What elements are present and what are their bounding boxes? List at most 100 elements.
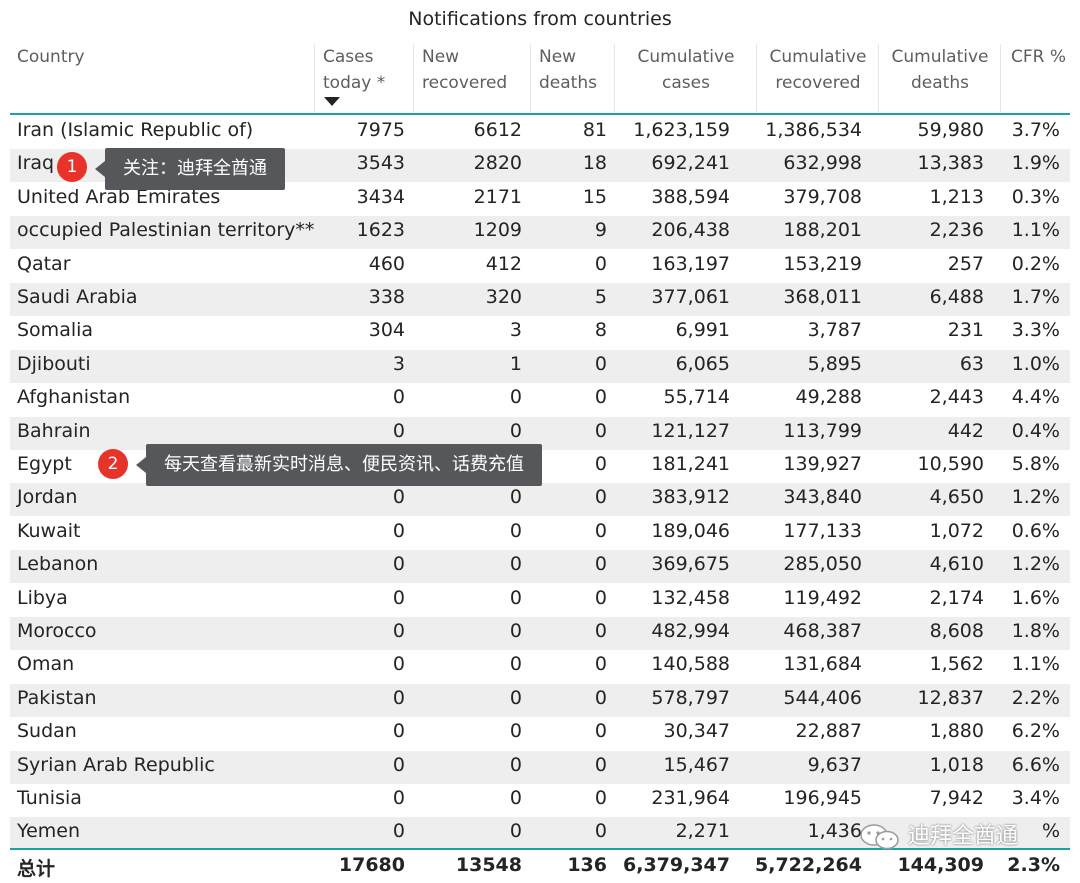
header-cumulative-recovered[interactable]: Cumulative recovered: [757, 44, 879, 112]
cell-cumulative-recovered: 1,386,534: [765, 119, 862, 141]
cell-new-recovered: 0: [509, 519, 522, 542]
table-row[interactable]: Tunisia 0 0 0 231,964 196,945 7,942 3.4%: [10, 784, 1070, 817]
cell-new-deaths: 0: [594, 653, 607, 676]
cell-country: Qatar: [17, 252, 71, 275]
cell-cfr: 5.8%: [1011, 453, 1060, 475]
cell-cumulative-cases: 55,714: [663, 386, 730, 409]
table-row[interactable]: occupied Palestinian territory** 1623 1209…: [10, 216, 1070, 250]
cell-country: Syrian Arab Republic: [17, 753, 215, 776]
cell-new-deaths: 81: [582, 119, 607, 141]
header-cfr[interactable]: CFR %: [1001, 44, 1070, 112]
cell-cfr: 3.4%: [1011, 787, 1060, 809]
header-new-deaths-line2: deaths: [539, 73, 597, 93]
cell-cumulative-recovered: 196,945: [783, 787, 862, 809]
cell-cumulative-deaths: 13,383: [917, 152, 984, 175]
table-row[interactable]: Jordan 0 0 0 383,912 343,840 4,650 1.2%: [10, 483, 1070, 517]
cell-country: Jordan: [17, 486, 78, 509]
cell-new-deaths: 0: [594, 787, 607, 809]
cell-cfr: 0.4%: [1011, 419, 1060, 442]
promo-tooltip-2[interactable]: 每天查看蕞新实时消息、便民资讯、话费充值: [136, 444, 542, 486]
table-row[interactable]: Iran (Islamic Republic of) 7975 6612 81 1,62…: [10, 116, 1070, 149]
cell-new-deaths: 0: [594, 519, 607, 542]
cell-cases-today: 338: [368, 286, 405, 308]
cell-cumulative-recovered: 368,011: [783, 286, 862, 308]
cell-country: Pakistan: [17, 686, 97, 709]
cell-cumulative-recovered: 379,708: [783, 185, 862, 208]
table-row[interactable]: Syrian Arab Republic 0 0 0 15,467 9,637 1,018 6…: [10, 750, 1070, 784]
cell-cases-today: 7975: [356, 119, 405, 141]
cell-country: Kuwait: [17, 519, 81, 542]
header-cumulative-deaths-line1: Cumulative: [891, 47, 989, 67]
cell-cumulative-recovered: 1,436: [807, 820, 862, 843]
cell-cumulative-recovered: 113,799: [783, 419, 862, 442]
cell-cfr: 1.9%: [1011, 152, 1060, 175]
table-row[interactable]: Djibouti 3 1 0 6,065 5,895 63 1.0%: [10, 349, 1070, 383]
header-new-deaths-line1: New: [539, 47, 577, 67]
total-new-recovered: 13548: [455, 854, 522, 876]
promo-tooltip-1[interactable]: 关注：迪拜全酋通: [95, 148, 285, 190]
cell-new-recovered: 0: [509, 419, 522, 442]
table-row[interactable]: Morocco 0 0 0 482,994 468,387 8,608 1.8%: [10, 617, 1070, 650]
total-new-deaths: 136: [567, 854, 607, 876]
header-cumulative-cases-line1: Cumulative: [637, 47, 735, 67]
cell-cfr: 0.2%: [1011, 252, 1060, 275]
cell-cases-today: 460: [368, 252, 405, 275]
cell-new-deaths: 0: [594, 352, 607, 375]
cell-country: Sudan: [17, 720, 77, 743]
header-new-recovered[interactable]: New recovered: [414, 44, 531, 112]
table-row[interactable]: Libya 0 0 0 132,458 119,492 2,174 1.6%: [10, 584, 1070, 617]
cell-cfr: 0.6%: [1011, 519, 1060, 542]
cell-cases-today: 3543: [356, 152, 405, 175]
cell-country: Saudi Arabia: [17, 286, 138, 308]
table-row[interactable]: Oman 0 0 0 140,588 131,684 1,562 1.1%: [10, 650, 1070, 683]
cell-cumulative-deaths: 442: [947, 419, 984, 442]
cell-cases-today: 0: [392, 419, 405, 442]
table-row[interactable]: Afghanistan 0 0 0 55,714 49,288 2,443 4.4%: [10, 383, 1070, 416]
cell-cumulative-deaths: 63: [959, 352, 984, 375]
cell-country: Iran (Islamic Republic of): [17, 119, 254, 141]
table-row[interactable]: Qatar 460 412 0 163,197 153,219 257 0.2%: [10, 250, 1070, 283]
cell-country: Tunisia: [17, 787, 82, 809]
header-cumulative-deaths[interactable]: Cumulative deaths: [879, 44, 1001, 112]
cell-cases-today: 0: [392, 586, 405, 609]
cell-new-recovered: 0: [509, 753, 522, 776]
cell-cumulative-recovered: 5,895: [807, 352, 862, 375]
total-row: 总计 17680 13548 136 6,379,347 5,722,264 1…: [10, 851, 1070, 883]
cell-cumulative-cases: 206,438: [651, 219, 730, 242]
header-country[interactable]: Country: [10, 44, 315, 112]
table-row[interactable]: Sudan 0 0 0 30,347 22,887 1,880 6.2%: [10, 717, 1070, 750]
header-new-deaths[interactable]: New deaths: [531, 44, 615, 112]
header-divider: [10, 113, 1070, 115]
total-cumulative-deaths: 144,309: [897, 854, 984, 876]
cell-new-recovered: 0: [509, 787, 522, 809]
cell-new-deaths: 0: [594, 252, 607, 275]
cell-cumulative-deaths: 2,236: [929, 219, 984, 242]
cell-cumulative-cases: 189,046: [651, 519, 730, 542]
cell-cfr: 1.1%: [1011, 653, 1060, 676]
cell-cumulative-recovered: 49,288: [795, 386, 862, 409]
cell-new-deaths: 0: [594, 686, 607, 709]
table-row[interactable]: Lebanon 0 0 0 369,675 285,050 4,610 1.2%: [10, 550, 1070, 584]
table-row[interactable]: Saudi Arabia 338 320 5 377,061 368,011 6,488 1.…: [10, 283, 1070, 316]
cell-cases-today: 0: [392, 653, 405, 676]
cell-cumulative-cases: 377,061: [651, 286, 730, 308]
cell-country: Libya: [17, 586, 68, 609]
sort-descending-icon[interactable]: [324, 97, 340, 106]
cell-new-recovered: 2820: [473, 152, 522, 175]
cell-cases-today: 0: [392, 787, 405, 809]
header-cumulative-recovered-line2: recovered: [775, 73, 861, 93]
cell-cumulative-deaths: 12,837: [917, 686, 984, 709]
table-row[interactable]: Kuwait 0 0 0 189,046 177,133 1,072 0.6%: [10, 517, 1070, 550]
cell-cumulative-cases: 383,912: [651, 486, 730, 509]
table-row[interactable]: Somalia 304 3 8 6,991 3,787 231 3.3%: [10, 316, 1070, 349]
cell-cases-today: 0: [392, 620, 405, 642]
cell-cumulative-recovered: 343,840: [783, 486, 862, 509]
table-row[interactable]: Pakistan 0 0 0 578,797 544,406 12,837 2.2%: [10, 683, 1070, 717]
cell-cumulative-cases: 2,271: [675, 820, 730, 843]
cell-country: Yemen: [17, 820, 81, 843]
header-cumulative-cases-line2: cases: [662, 73, 710, 93]
cell-cases-today: 304: [368, 319, 405, 342]
header-cumulative-cases[interactable]: Cumulative cases: [615, 44, 757, 112]
cell-cumulative-deaths: 4,650: [929, 486, 984, 509]
cell-cumulative-cases: 163,197: [651, 252, 730, 275]
